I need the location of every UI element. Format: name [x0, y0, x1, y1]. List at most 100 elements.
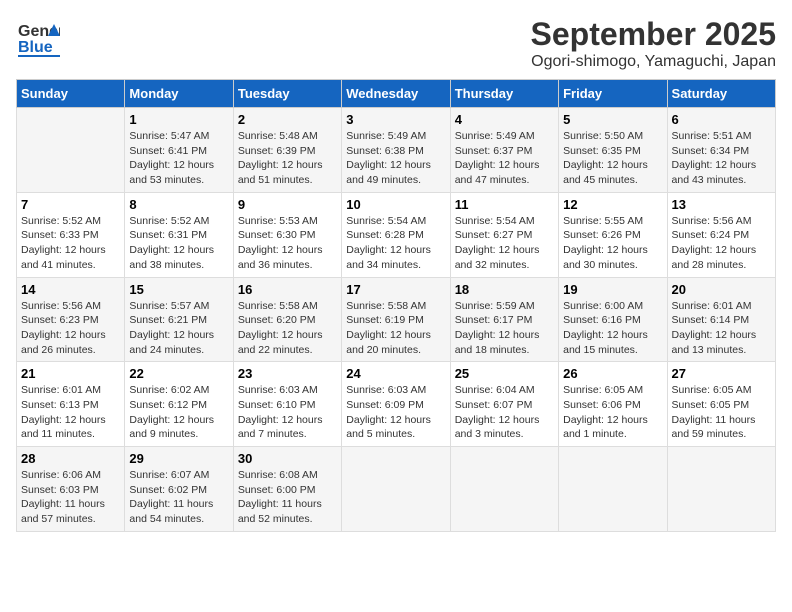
calendar-cell: 20 Sunrise: 6:01 AM Sunset: 6:14 PM Dayli… — [667, 277, 775, 362]
day-number: 1 — [129, 112, 228, 127]
day-number: 17 — [346, 282, 445, 297]
day-info: Sunrise: 5:49 AM Sunset: 6:38 PM Dayligh… — [346, 129, 445, 188]
day-info: Sunrise: 5:58 AM Sunset: 6:20 PM Dayligh… — [238, 299, 337, 358]
day-number: 19 — [563, 282, 662, 297]
day-number: 11 — [455, 197, 554, 212]
calendar-cell: 9 Sunrise: 5:53 AM Sunset: 6:30 PM Daylig… — [233, 192, 341, 277]
day-info: Sunrise: 5:54 AM Sunset: 6:27 PM Dayligh… — [455, 214, 554, 273]
day-number: 30 — [238, 451, 337, 466]
day-number: 24 — [346, 366, 445, 381]
day-info: Sunrise: 6:05 AM Sunset: 6:06 PM Dayligh… — [563, 383, 662, 442]
calendar-cell: 29 Sunrise: 6:07 AM Sunset: 6:02 PM Dayli… — [125, 447, 233, 532]
weekday-header-friday: Friday — [559, 80, 667, 108]
logo-icon: General Blue — [16, 16, 60, 60]
calendar-cell: 11 Sunrise: 5:54 AM Sunset: 6:27 PM Dayli… — [450, 192, 558, 277]
weekday-header-tuesday: Tuesday — [233, 80, 341, 108]
day-info: Sunrise: 5:56 AM Sunset: 6:23 PM Dayligh… — [21, 299, 120, 358]
calendar-cell: 21 Sunrise: 6:01 AM Sunset: 6:13 PM Dayli… — [17, 362, 125, 447]
day-number: 22 — [129, 366, 228, 381]
day-info: Sunrise: 6:08 AM Sunset: 6:00 PM Dayligh… — [238, 468, 337, 527]
day-number: 23 — [238, 366, 337, 381]
calendar-cell — [17, 108, 125, 193]
day-number: 16 — [238, 282, 337, 297]
weekday-header-thursday: Thursday — [450, 80, 558, 108]
calendar-cell: 27 Sunrise: 6:05 AM Sunset: 6:05 PM Dayli… — [667, 362, 775, 447]
day-info: Sunrise: 6:03 AM Sunset: 6:09 PM Dayligh… — [346, 383, 445, 442]
day-info: Sunrise: 5:52 AM Sunset: 6:31 PM Dayligh… — [129, 214, 228, 273]
day-info: Sunrise: 5:53 AM Sunset: 6:30 PM Dayligh… — [238, 214, 337, 273]
day-number: 3 — [346, 112, 445, 127]
day-number: 18 — [455, 282, 554, 297]
day-number: 5 — [563, 112, 662, 127]
day-number: 9 — [238, 197, 337, 212]
day-number: 4 — [455, 112, 554, 127]
calendar-cell: 2 Sunrise: 5:48 AM Sunset: 6:39 PM Daylig… — [233, 108, 341, 193]
day-number: 8 — [129, 197, 228, 212]
month-year-title: September 2025 — [531, 16, 776, 53]
calendar-cell: 14 Sunrise: 5:56 AM Sunset: 6:23 PM Dayli… — [17, 277, 125, 362]
location-subtitle: Ogori-shimogo, Yamaguchi, Japan — [531, 53, 776, 71]
day-info: Sunrise: 5:57 AM Sunset: 6:21 PM Dayligh… — [129, 299, 228, 358]
calendar-cell: 16 Sunrise: 5:58 AM Sunset: 6:20 PM Dayli… — [233, 277, 341, 362]
day-number: 6 — [672, 112, 771, 127]
day-number: 20 — [672, 282, 771, 297]
calendar-cell: 28Sunrise: 6:06 AM Sunset: 6:03 PM Dayli… — [17, 447, 125, 532]
day-info: Sunrise: 5:58 AM Sunset: 6:19 PM Dayligh… — [346, 299, 445, 358]
day-number: 13 — [672, 197, 771, 212]
calendar-cell: 26 Sunrise: 6:05 AM Sunset: 6:06 PM Dayli… — [559, 362, 667, 447]
calendar-cell — [667, 447, 775, 532]
calendar-cell: 10Sunrise: 5:54 AM Sunset: 6:28 PM Dayli… — [342, 192, 450, 277]
day-info: Sunrise: 5:50 AM Sunset: 6:35 PM Dayligh… — [563, 129, 662, 188]
calendar-cell: 1 Sunrise: 5:47 AM Sunset: 6:41 PM Daylig… — [125, 108, 233, 193]
day-info: Sunrise: 6:01 AM Sunset: 6:14 PM Dayligh… — [672, 299, 771, 358]
day-info: Sunrise: 5:55 AM Sunset: 6:26 PM Dayligh… — [563, 214, 662, 273]
weekday-header-sunday: Sunday — [17, 80, 125, 108]
calendar-cell: 22 Sunrise: 6:02 AM Sunset: 6:12 PM Dayli… — [125, 362, 233, 447]
weekday-header-wednesday: Wednesday — [342, 80, 450, 108]
day-info: Sunrise: 5:49 AM Sunset: 6:37 PM Dayligh… — [455, 129, 554, 188]
calendar-cell: 23 Sunrise: 6:03 AM Sunset: 6:10 PM Dayli… — [233, 362, 341, 447]
logo: General Blue — [16, 16, 60, 60]
calendar-cell: 12 Sunrise: 5:55 AM Sunset: 6:26 PM Dayli… — [559, 192, 667, 277]
calendar-cell: 19 Sunrise: 6:00 AM Sunset: 6:16 PM Dayli… — [559, 277, 667, 362]
calendar-cell: 8 Sunrise: 5:52 AM Sunset: 6:31 PM Daylig… — [125, 192, 233, 277]
day-number: 27 — [672, 366, 771, 381]
day-info: Sunrise: 6:04 AM Sunset: 6:07 PM Dayligh… — [455, 383, 554, 442]
day-number: 10 — [346, 197, 445, 212]
title-block: September 2025 Ogori-shimogo, Yamaguchi,… — [531, 16, 776, 71]
calendar-cell — [342, 447, 450, 532]
weekday-header-saturday: Saturday — [667, 80, 775, 108]
calendar-cell — [559, 447, 667, 532]
day-number: 26 — [563, 366, 662, 381]
day-info: Sunrise: 5:48 AM Sunset: 6:39 PM Dayligh… — [238, 129, 337, 188]
day-number: 29 — [129, 451, 228, 466]
day-info: Sunrise: 5:59 AM Sunset: 6:17 PM Dayligh… — [455, 299, 554, 358]
day-number: 14 — [21, 282, 120, 297]
calendar-table: SundayMondayTuesdayWednesdayThursdayFrid… — [16, 79, 776, 532]
day-info: Sunrise: 6:02 AM Sunset: 6:12 PM Dayligh… — [129, 383, 228, 442]
day-info: Sunrise: 6:03 AM Sunset: 6:10 PM Dayligh… — [238, 383, 337, 442]
day-info: Sunrise: 5:51 AM Sunset: 6:34 PM Dayligh… — [672, 129, 771, 188]
calendar-cell: 15 Sunrise: 5:57 AM Sunset: 6:21 PM Dayli… — [125, 277, 233, 362]
calendar-cell: 25Sunrise: 6:04 AM Sunset: 6:07 PM Dayli… — [450, 362, 558, 447]
day-info: Sunrise: 6:00 AM Sunset: 6:16 PM Dayligh… — [563, 299, 662, 358]
calendar-cell: 18 Sunrise: 5:59 AM Sunset: 6:17 PM Dayli… — [450, 277, 558, 362]
day-number: 12 — [563, 197, 662, 212]
calendar-cell: 4 Sunrise: 5:49 AM Sunset: 6:37 PM Daylig… — [450, 108, 558, 193]
day-number: 21 — [21, 366, 120, 381]
calendar-cell — [450, 447, 558, 532]
day-info: Sunrise: 5:47 AM Sunset: 6:41 PM Dayligh… — [129, 129, 228, 188]
calendar-cell: 6 Sunrise: 5:51 AM Sunset: 6:34 PM Daylig… — [667, 108, 775, 193]
day-number: 2 — [238, 112, 337, 127]
day-info: Sunrise: 6:07 AM Sunset: 6:02 PM Dayligh… — [129, 468, 228, 527]
day-info: Sunrise: 6:01 AM Sunset: 6:13 PM Dayligh… — [21, 383, 120, 442]
day-number: 15 — [129, 282, 228, 297]
calendar-cell: 13Sunrise: 5:56 AM Sunset: 6:24 PM Dayli… — [667, 192, 775, 277]
calendar-cell: 7Sunrise: 5:52 AM Sunset: 6:33 PM Daylig… — [17, 192, 125, 277]
day-number: 7 — [21, 197, 120, 212]
calendar-cell: 30 Sunrise: 6:08 AM Sunset: 6:00 PM Dayli… — [233, 447, 341, 532]
calendar-cell: 3 Sunrise: 5:49 AM Sunset: 6:38 PM Daylig… — [342, 108, 450, 193]
calendar-cell: 5 Sunrise: 5:50 AM Sunset: 6:35 PM Daylig… — [559, 108, 667, 193]
day-info: Sunrise: 6:05 AM Sunset: 6:05 PM Dayligh… — [672, 383, 771, 442]
svg-text:Blue: Blue — [18, 39, 53, 56]
